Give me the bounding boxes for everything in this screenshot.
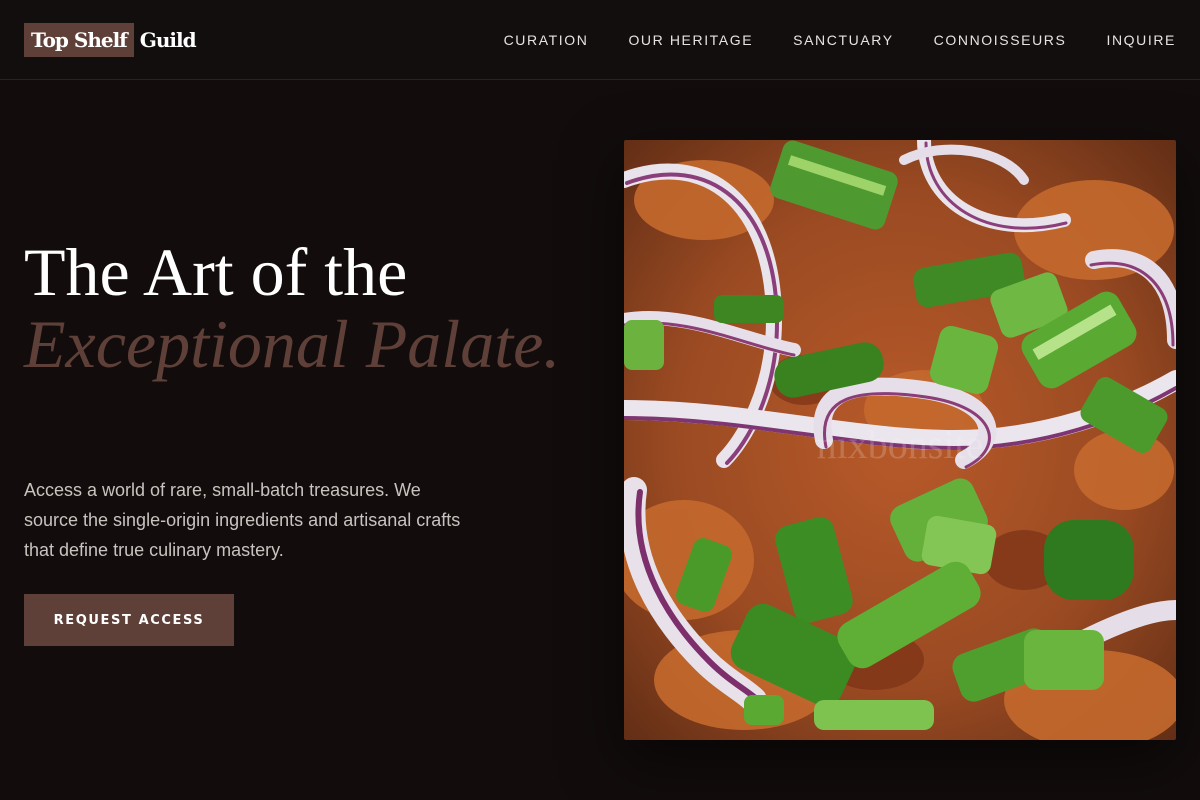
site-header: Top Shelf Guild CURATION OUR HERITAGE SA…: [0, 0, 1200, 80]
hero-food-image: nixbonsite: [624, 140, 1176, 740]
brand-logo-text: Guild: [139, 28, 197, 52]
nav-item-connoisseurs[interactable]: CONNOISSEURS: [934, 32, 1067, 48]
hero-title-line1: The Art of the: [24, 234, 408, 310]
nav-item-our-heritage[interactable]: OUR HERITAGE: [628, 32, 753, 48]
nav-item-sanctuary[interactable]: SANCTUARY: [793, 32, 894, 48]
request-access-button[interactable]: REQUEST ACCESS: [24, 594, 234, 646]
hero-title: The Art of the Exceptional Palate.: [24, 236, 564, 380]
main-nav: CURATION OUR HERITAGE SANCTUARY CONNOISS…: [504, 0, 1176, 80]
brand-logo-mark: Top Shelf: [24, 23, 134, 57]
hero-description: Access a world of rare, small-batch trea…: [24, 480, 461, 560]
food-photo-illustration: nixbonsite: [624, 140, 1176, 740]
photo-watermark: nixbonsite: [817, 422, 984, 467]
nav-item-inquire[interactable]: INQUIRE: [1106, 32, 1176, 48]
nav-item-curation[interactable]: CURATION: [504, 32, 589, 48]
hero-title-line2: Exceptional Palate.: [24, 306, 561, 382]
brand-logo[interactable]: Top Shelf Guild: [24, 23, 197, 57]
